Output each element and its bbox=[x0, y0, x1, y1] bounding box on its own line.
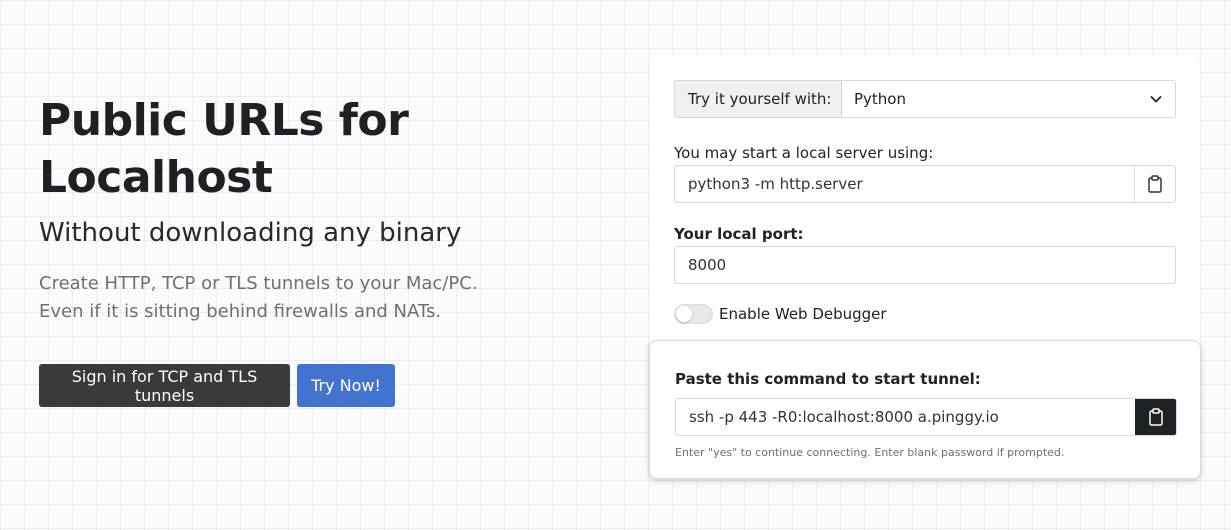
language-select[interactable]: Python bbox=[842, 81, 1175, 117]
language-select-label: Try it yourself with: bbox=[675, 81, 842, 117]
web-debugger-label: Enable Web Debugger bbox=[719, 305, 887, 323]
desc-line-1: Create HTTP, TCP or TLS tunnels to your … bbox=[39, 273, 478, 294]
hero-actions: Sign in for TCP and TLS tunnels Try Now! bbox=[39, 364, 619, 407]
toggle-knob bbox=[676, 306, 692, 322]
tunnel-command-field[interactable]: ssh -p 443 -R0:localhost:8000 a.pinggy.i… bbox=[676, 399, 1135, 435]
server-command-group: python3 -m http.server bbox=[674, 165, 1176, 203]
page-subtitle: Without downloading any binary bbox=[39, 218, 462, 248]
tunnel-command-card: Paste this command to start tunnel: ssh … bbox=[649, 340, 1201, 479]
title-line-1: Public URLs for bbox=[39, 95, 409, 146]
title-line-2: Localhost bbox=[39, 152, 273, 203]
web-debugger-row: Enable Web Debugger bbox=[674, 304, 1176, 324]
web-debugger-toggle[interactable] bbox=[674, 304, 713, 324]
local-port-label: Your local port: bbox=[674, 225, 804, 243]
local-port-group: 8000 bbox=[674, 246, 1176, 284]
try-now-button[interactable]: Try Now! bbox=[297, 364, 395, 407]
server-command-label: You may start a local server using: bbox=[674, 144, 934, 162]
clipboard-icon bbox=[1149, 408, 1163, 426]
desc-line-2: Even if it is sitting behind firewalls a… bbox=[39, 301, 442, 322]
language-select-group: Try it yourself with: Python bbox=[674, 80, 1176, 118]
server-command-field[interactable]: python3 -m http.server bbox=[675, 166, 1134, 202]
signin-button[interactable]: Sign in for TCP and TLS tunnels bbox=[39, 364, 290, 407]
page-title: Public URLs for Localhost bbox=[39, 92, 619, 206]
tunnel-command-label: Paste this command to start tunnel: bbox=[675, 370, 981, 388]
hero-description: Create HTTP, TCP or TLS tunnels to your … bbox=[39, 270, 619, 326]
tunnel-command-group: ssh -p 443 -R0:localhost:8000 a.pinggy.i… bbox=[675, 398, 1177, 436]
clipboard-icon bbox=[1148, 175, 1162, 193]
local-port-input[interactable]: 8000 bbox=[675, 247, 1175, 283]
chevron-down-icon bbox=[1150, 96, 1162, 103]
hero-section: Public URLs for Localhost Without downlo… bbox=[39, 92, 619, 407]
copy-server-command-button[interactable] bbox=[1134, 166, 1175, 202]
tunnel-hint-text: Enter "yes" to continue connecting. Ente… bbox=[675, 446, 1065, 459]
copy-tunnel-command-button[interactable] bbox=[1135, 399, 1176, 435]
language-select-value: Python bbox=[854, 90, 906, 108]
